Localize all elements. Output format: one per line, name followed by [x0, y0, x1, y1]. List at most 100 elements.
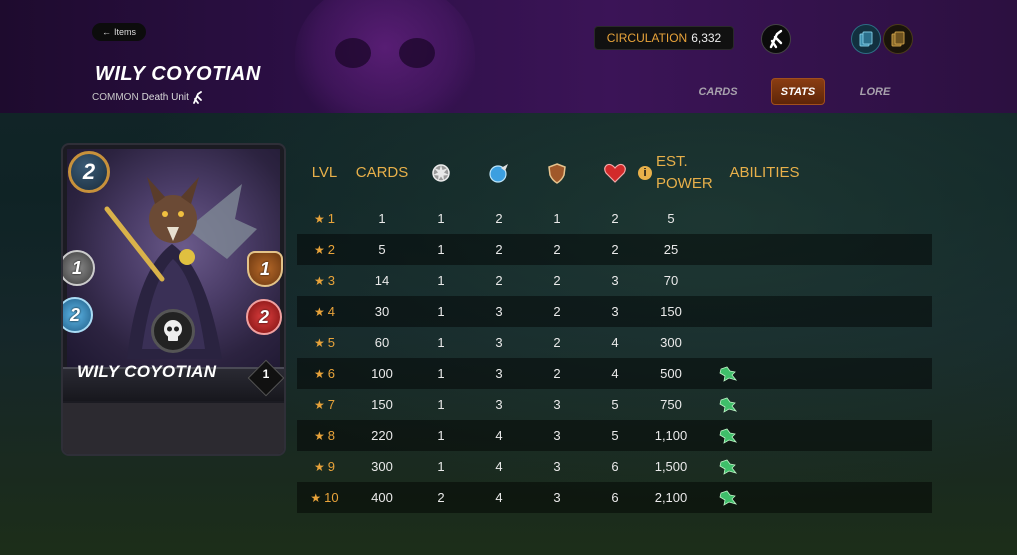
- cell-armor: 1: [553, 211, 561, 226]
- card-mana-cost: 2: [68, 151, 110, 193]
- star-icon: ★: [314, 242, 325, 257]
- cell-attack: 1: [437, 211, 445, 226]
- card-ability-area: [63, 403, 284, 454]
- cell-lvl: ★ 5: [297, 327, 352, 358]
- table-row: ★ 9 300 1 4 3 6 1,500: [297, 451, 932, 482]
- cell-power: 5: [667, 211, 675, 226]
- table-row: ★ 7 150 1 3 3 5 750: [297, 389, 932, 420]
- sneak-ability-icon[interactable]: [718, 489, 738, 507]
- cell-health: 2: [611, 211, 619, 226]
- cell-cards: 150: [371, 397, 393, 412]
- sneak-ability-icon[interactable]: [718, 365, 738, 383]
- armor-icon: [548, 163, 566, 184]
- cell-attack: 1: [437, 242, 445, 257]
- cell-armor: 3: [553, 490, 561, 505]
- cell-attack: 1: [437, 397, 445, 412]
- info-icon[interactable]: i: [638, 166, 652, 180]
- type-label: Death Unit: [141, 92, 189, 103]
- cell-health: 2: [611, 242, 619, 257]
- card-image: 2 1 2 1 2 WILY COYOTIAN 1: [61, 143, 286, 456]
- card-health-value: 2: [258, 306, 269, 327]
- death-splinter-icon: [151, 309, 195, 353]
- lvl-value: 9: [327, 459, 335, 474]
- back-to-items-button[interactable]: ← Items: [92, 23, 147, 41]
- cell-lvl: ★ 3: [297, 265, 352, 296]
- cell-speed: 4: [495, 459, 503, 474]
- cell-cards: 220: [371, 428, 393, 443]
- lvl-value: 6: [327, 366, 335, 381]
- circulation-badge: CIRCULATION 6,332: [594, 26, 734, 50]
- cell-cards: 1: [378, 211, 386, 226]
- rarity-label: COMMON: [92, 92, 139, 103]
- sneak-ability-icon[interactable]: [718, 396, 738, 414]
- lvl-value: 5: [327, 335, 335, 350]
- card-health-badge: 2: [246, 299, 282, 335]
- lvl-value: 2: [327, 242, 335, 257]
- cell-speed: 2: [495, 273, 503, 288]
- sneak-ability-icon[interactable]: [718, 427, 738, 445]
- card-name: WILY COYOTIAN: [77, 362, 217, 381]
- speed-icon: [489, 164, 508, 183]
- table-header: LVL CARDS i EST. POWER ABILITIES: [297, 150, 932, 200]
- lvl-value: 8: [327, 428, 335, 443]
- cell-attack: 1: [437, 335, 445, 350]
- edition-filter-icon[interactable]: [761, 24, 791, 54]
- cell-armor: 2: [553, 242, 561, 257]
- card-armor-value: 1: [259, 258, 270, 279]
- gold-foil-icon[interactable]: [883, 24, 913, 54]
- tab-cards[interactable]: CARDS: [692, 78, 744, 105]
- cell-attack: 1: [437, 273, 445, 288]
- back-label: Items: [114, 27, 137, 37]
- table-row: ★ 6 100 1 3 2 4 500: [297, 358, 932, 389]
- tab-lore[interactable]: LORE: [849, 78, 901, 105]
- cell-lvl: ★ 8: [297, 420, 352, 451]
- tab-stats[interactable]: STATS: [771, 78, 825, 105]
- circulation-label: CIRCULATION: [606, 31, 688, 45]
- regular-foil-icon[interactable]: [851, 24, 881, 54]
- cell-lvl: ★ 6: [297, 358, 352, 389]
- cell-health: 6: [611, 490, 619, 505]
- table-row: ★ 8 220 1 4 3 5 1,100: [297, 420, 932, 451]
- card-speed-value: 2: [69, 304, 80, 325]
- header-health: [586, 150, 644, 196]
- lvl-value: 3: [327, 273, 335, 288]
- cell-speed: 2: [495, 242, 503, 257]
- cell-cards: 300: [371, 459, 393, 474]
- lvl-value: 4: [327, 304, 335, 319]
- cell-health: 5: [611, 397, 619, 412]
- cell-lvl: ★ 9: [297, 451, 352, 482]
- cell-speed: 3: [495, 366, 503, 381]
- cell-speed: 4: [495, 428, 503, 443]
- cell-cards: 60: [374, 335, 390, 350]
- cell-speed: 3: [495, 397, 503, 412]
- cell-health: 4: [611, 366, 619, 381]
- page-title: WILY COYOTIAN: [95, 63, 261, 85]
- sneak-ability-icon[interactable]: [718, 458, 738, 476]
- cell-power: 25: [663, 242, 679, 257]
- star-icon: ★: [314, 273, 325, 288]
- edition-icon: [193, 91, 202, 104]
- cell-power: 1,500: [654, 459, 688, 474]
- card-subtitle: COMMON Death Unit: [92, 91, 203, 104]
- card-level: 1: [262, 367, 270, 381]
- attack-icon: [432, 164, 450, 182]
- star-icon: ★: [314, 397, 325, 412]
- star-icon: ★: [314, 211, 325, 226]
- star-icon: ★: [314, 335, 325, 350]
- header-attack: [412, 150, 470, 196]
- table-row: ★ 5 60 1 3 2 4 300: [297, 327, 932, 358]
- cell-power: 1,100: [654, 428, 688, 443]
- cell-attack: 1: [437, 304, 445, 319]
- cell-health: 3: [611, 304, 619, 319]
- cell-power: 500: [660, 366, 682, 381]
- health-icon: [604, 163, 626, 183]
- skull-eye: [399, 38, 435, 68]
- star-icon: ★: [314, 366, 325, 381]
- star-icon: ★: [310, 490, 322, 505]
- star-icon: ★: [314, 428, 325, 443]
- cell-armor: 3: [553, 397, 561, 412]
- cell-armor: 2: [553, 273, 561, 288]
- cell-armor: 3: [553, 428, 561, 443]
- cell-cards: 5: [378, 242, 386, 257]
- card-armor-badge: 1: [247, 251, 283, 287]
